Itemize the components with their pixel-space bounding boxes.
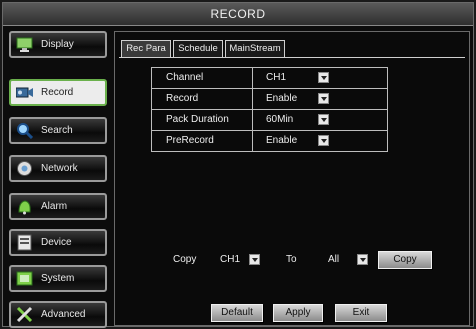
copy-to-dropdown[interactable] (357, 254, 368, 265)
default-button[interactable]: Default (211, 304, 263, 322)
settings-row-pack-duration: Pack Duration 60Min (152, 110, 387, 131)
sidebar-item-label: Alarm (41, 201, 68, 212)
apply-button[interactable]: Apply (273, 304, 323, 322)
sidebar-item-label: Record (41, 87, 74, 98)
prerecord-label: PreRecord (152, 131, 253, 151)
sidebar-item-display[interactable]: Display (9, 31, 107, 58)
pack-duration-dropdown[interactable] (318, 114, 329, 125)
sidebar-item-label: Advanced (41, 309, 86, 320)
channel-dropdown[interactable] (318, 72, 329, 83)
copy-row: Copy CH1 To All Copy (115, 250, 471, 272)
record-dropdown[interactable] (318, 93, 329, 104)
sidebar-item-label: Network (41, 163, 78, 174)
copy-to-label: To (286, 254, 297, 265)
tab-mainstream[interactable]: MainStream (225, 40, 285, 57)
network-icon (17, 161, 32, 176)
tab-rec-para[interactable]: Rec Para (121, 40, 171, 57)
pack-duration-value: 60Min (266, 114, 294, 125)
tab-schedule[interactable]: Schedule (173, 40, 223, 57)
sidebar-item-record[interactable]: Record (9, 79, 107, 106)
alarm-icon (18, 200, 31, 215)
sidebar-item-search[interactable]: Search (9, 117, 107, 144)
record-window: RECORD Display Record Search Network Ala… (2, 2, 474, 328)
system-icon (16, 271, 33, 286)
advanced-icon (16, 306, 33, 323)
copy-from-value: CH1 (220, 254, 241, 265)
device-icon (17, 234, 32, 251)
settings-row-prerecord: PreRecord Enable (152, 131, 387, 151)
tab-divider (119, 57, 465, 58)
settings-grid: Channel CH1 Record Enable Pack Duration … (151, 67, 388, 152)
copy-button[interactable]: Copy (378, 251, 432, 269)
settings-row-channel: Channel CH1 (152, 68, 387, 89)
monitor-icon (16, 37, 33, 52)
search-icon (17, 123, 33, 139)
record-value: Enable (266, 93, 298, 104)
record-icon (16, 87, 33, 98)
pack-duration-label: Pack Duration (152, 110, 253, 130)
copy-to-value: All (328, 254, 340, 265)
sidebar-item-network[interactable]: Network (9, 155, 107, 182)
record-label: Record (152, 89, 253, 109)
settings-row-record: Record Enable (152, 89, 387, 110)
copy-from-dropdown[interactable] (249, 254, 260, 265)
channel-value: CH1 (266, 72, 287, 83)
sidebar-item-label: System (41, 273, 75, 284)
sidebar-item-system[interactable]: System (9, 265, 107, 292)
exit-button[interactable]: Exit (335, 304, 387, 322)
title-bar: RECORD (3, 3, 473, 26)
window-title: RECORD (210, 7, 266, 21)
sidebar-item-label: Search (41, 125, 73, 136)
prerecord-value: Enable (266, 135, 298, 146)
sidebar-item-alarm[interactable]: Alarm (9, 193, 107, 220)
sidebar-item-label: Display (41, 39, 74, 50)
sidebar-item-device[interactable]: Device (9, 229, 107, 256)
record-settings-panel: Rec Para Schedule MainStream Channel CH1… (114, 31, 470, 326)
copy-label: Copy (173, 254, 197, 265)
channel-label: Channel (152, 68, 253, 88)
prerecord-dropdown[interactable] (318, 135, 329, 146)
sidebar-item-label: Device (41, 237, 72, 248)
sidebar-item-advanced[interactable]: Advanced (9, 301, 107, 328)
